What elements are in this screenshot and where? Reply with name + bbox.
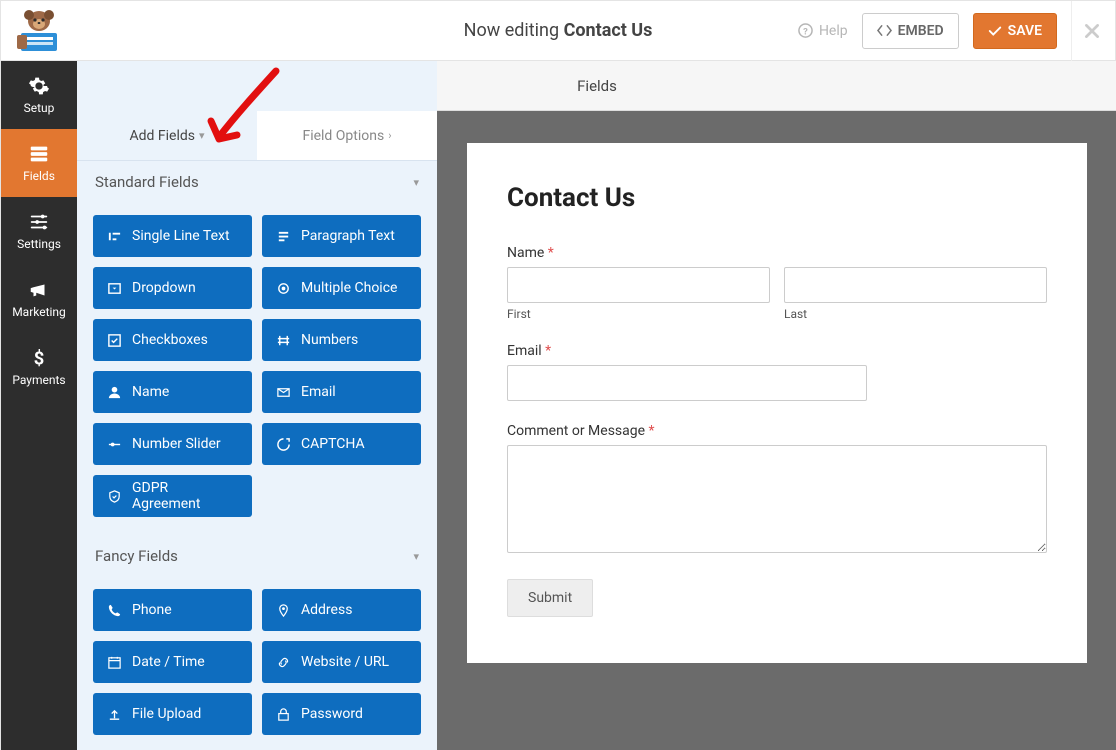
form-title: Contact Us [507,183,1047,213]
close-button[interactable] [1071,1,1111,61]
embed-label: EMBED [898,23,944,39]
gear-icon [28,75,50,97]
save-button[interactable]: SAVE [973,13,1057,49]
rail-label: Payments [12,373,65,387]
field-name[interactable]: Name [93,371,252,413]
chevron-down-icon: ▾ [199,129,205,142]
textarea-message[interactable] [507,445,1047,553]
page-title: Now editing Contact Us [464,20,653,41]
sublabel-first: First [507,307,770,321]
submit-button[interactable]: Submit [507,579,593,617]
form-canvas[interactable]: Contact Us Name * First Last Email * [467,143,1087,663]
rail-label: Settings [17,237,61,251]
chevron-down-icon: ▾ [413,550,419,563]
field-number-slider[interactable]: Number Slider [93,423,252,465]
fancy-fields-grid: Phone Address Date / Time Website / URL … [77,577,437,750]
field-file-upload[interactable]: File Upload [93,693,252,735]
chevron-down-icon: ▾ [413,176,419,189]
field-single-line-text[interactable]: Single Line Text [93,215,252,257]
field-gdpr-agreement[interactable]: GDPR Agreement [93,475,252,517]
label-email: Email * [507,343,1047,359]
field-block-email[interactable]: Email * [507,343,1047,401]
input-first-name[interactable] [507,267,770,303]
field-website-url[interactable]: Website / URL [262,641,421,683]
megaphone-icon [28,279,50,301]
help-label: Help [819,23,848,39]
title-form-name: Contact Us [564,20,653,41]
field-captcha[interactable]: CAPTCHA [262,423,421,465]
label-message: Comment or Message * [507,423,1047,439]
field-phone[interactable]: Phone [93,589,252,631]
chevron-right-icon: › [388,129,391,142]
preview-area: Contact Us Name * First Last Email * [437,111,1116,750]
rail-item-fields[interactable]: Fields [1,129,77,197]
rail-item-payments[interactable]: $ Payments [1,333,77,401]
input-last-name[interactable] [784,267,1047,303]
field-multiple-choice[interactable]: Multiple Choice [262,267,421,309]
left-rail: Setup Fields Settings Marketing $ Paymen… [1,61,77,750]
label-name: Name * [507,245,1047,261]
field-address[interactable]: Address [262,589,421,631]
field-date-time[interactable]: Date / Time [93,641,252,683]
embed-button[interactable]: EMBED [862,13,959,49]
rail-label: Marketing [12,305,66,319]
input-email[interactable] [507,365,867,401]
sliders-icon [28,211,50,233]
app-logo [1,1,77,61]
help-link[interactable]: ? Help [798,23,848,39]
field-block-message[interactable]: Comment or Message * [507,423,1047,557]
sublabel-last: Last [784,307,1047,321]
list-icon [28,143,50,165]
add-fields-panel: Add Fields ▾ Field Options › Standard Fiel… [77,61,437,750]
tab-label: Field Options [302,128,384,144]
field-numbers[interactable]: Numbers [262,319,421,361]
field-email[interactable]: Email [262,371,421,413]
rail-label: Setup [24,101,55,115]
tab-label: Add Fields [129,128,195,144]
dollar-icon: $ [28,347,50,369]
rail-item-setup[interactable]: Setup [1,61,77,129]
svg-text:$: $ [34,348,45,369]
rail-item-settings[interactable]: Settings [1,197,77,265]
tab-add-fields[interactable]: Add Fields ▾ [77,111,257,160]
save-label: SAVE [1008,23,1042,39]
field-block-name[interactable]: Name * First Last [507,245,1047,321]
section-fancy-fields[interactable]: Fancy Fields ▾ [77,535,437,577]
field-paragraph-text[interactable]: Paragraph Text [262,215,421,257]
rail-item-marketing[interactable]: Marketing [1,265,77,333]
field-dropdown[interactable]: Dropdown [93,267,252,309]
tab-field-options[interactable]: Field Options › [257,111,437,160]
rail-label: Fields [23,169,55,183]
field-password[interactable]: Password [262,693,421,735]
section-standard-fields[interactable]: Standard Fields ▾ [77,161,437,203]
top-bar: Now editing Contact Us ? Help EMBED SAVE [1,1,1115,61]
standard-fields-grid: Single Line Text Paragraph Text Dropdown… [77,203,437,535]
field-checkboxes[interactable]: Checkboxes [93,319,252,361]
title-prefix: Now editing [464,20,564,41]
svg-text:?: ? [803,26,808,37]
